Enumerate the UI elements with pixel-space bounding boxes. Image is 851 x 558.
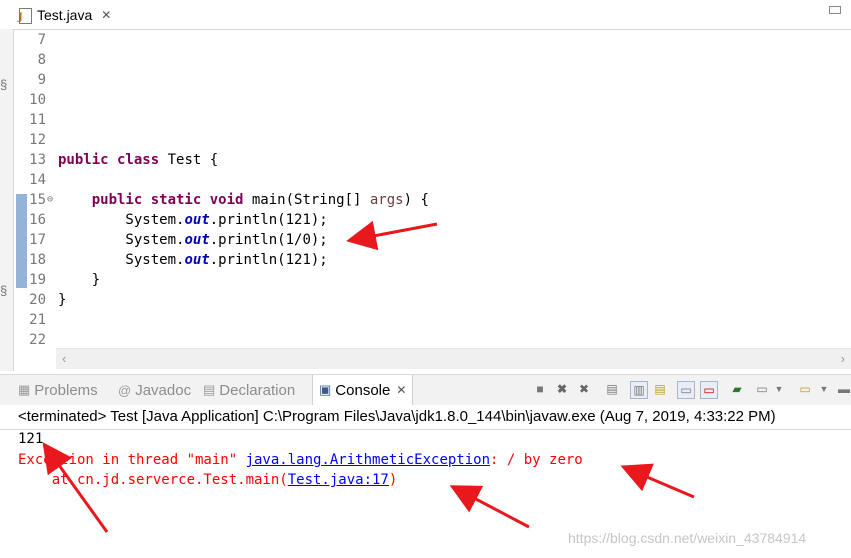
word-wrap-icon[interactable]: ▤ [652, 381, 668, 397]
close-icon[interactable]: ✕ [101, 8, 111, 22]
code-text: } [58, 292, 67, 308]
stack-trace-link[interactable]: Test.java:17 [288, 472, 389, 488]
line-number: 18 [29, 252, 46, 268]
line-number: 19 [29, 272, 46, 288]
minimize-icon[interactable] [829, 6, 841, 14]
tab-problems-label: Problems [34, 381, 98, 399]
code-text: System.out.println(121); [58, 212, 328, 228]
line-number: 8 [37, 52, 46, 68]
left-panel-strip: § § [0, 29, 14, 371]
watermark: https://blog.csdn.net/weixin_43784914 [568, 530, 807, 546]
remove-launch-icon[interactable]: ✖ [554, 381, 570, 397]
line-number: 13 [29, 152, 46, 168]
console-icon: ▣ [319, 382, 332, 397]
code-line[interactable]: 17 System.out.println(1/0); [14, 230, 844, 250]
javadoc-icon: @ [118, 382, 132, 398]
editor-horizontal-scrollbar[interactable]: ‹ › [56, 348, 851, 369]
editor-tab-test-java[interactable]: J Test.java ✕ [14, 0, 120, 29]
code-text: public class Test { [58, 152, 219, 168]
scroll-right-icon[interactable]: › [841, 351, 845, 366]
scroll-left-icon[interactable]: ‹ [62, 351, 66, 366]
line-number: 16 [29, 212, 46, 228]
minimize-icon[interactable]: ▬ [836, 381, 851, 397]
console-stack-line: at cn.jd.serverce.Test.main(Test.java:17… [18, 472, 398, 488]
clear-console-icon[interactable]: ▤ [604, 381, 620, 397]
code-line[interactable]: 14 [14, 170, 844, 190]
line-number: 14 [29, 172, 46, 188]
line-number: 10 [29, 92, 46, 108]
code-text: public static void main(String[] args) { [91, 192, 429, 208]
java-file-icon: J [18, 7, 32, 24]
code-line[interactable]: 15 ⊖ public static void main(String[] arg… [14, 190, 844, 210]
code-line[interactable]: 16 System.out.println(121); [14, 210, 844, 230]
line-number: 7 [37, 32, 46, 48]
tab-problems[interactable]: ▦ Problems [18, 375, 98, 405]
tab-console[interactable]: ▣ Console ✕ [312, 375, 414, 405]
line-number: 22 [29, 332, 46, 348]
console-exception-line: Exception in thread "main" java.lang.Ari… [18, 452, 583, 468]
strip-glyph: § [0, 283, 8, 298]
code-text: } [58, 272, 101, 288]
open-console-icon[interactable]: ▭ [797, 381, 813, 397]
show-console-on-error-icon[interactable]: ▭ [700, 381, 718, 399]
problems-icon: ▦ [18, 382, 31, 397]
code-line[interactable]: 7 [14, 30, 844, 50]
code-line[interactable]: 12 [14, 130, 844, 150]
console-output-line: 121 [18, 431, 44, 447]
code-line[interactable]: 20} [14, 290, 844, 310]
code-line[interactable]: 21 [14, 310, 844, 330]
line-number: 11 [29, 112, 46, 128]
console-process-label: <terminated> Test [Java Application] C:\… [18, 408, 776, 425]
code-line[interactable]: 8 [14, 50, 844, 70]
show-console-on-output-icon[interactable]: ▭ [677, 381, 695, 399]
tab-javadoc[interactable]: @ Javadoc [118, 375, 191, 405]
line-number: 9 [37, 72, 46, 88]
display-selected-console-icon[interactable]: ▭ [754, 381, 770, 397]
code-line[interactable]: 18 System.out.println(121); [14, 250, 844, 270]
code-line[interactable]: 19 } [14, 270, 844, 290]
tab-console-label: Console [335, 381, 391, 399]
editor-tab-label: Test.java [37, 6, 93, 23]
fold-icon[interactable]: ⊖ [47, 190, 53, 210]
code-text: System.out.println(1/0); [58, 232, 328, 248]
scroll-lock-icon[interactable]: ▥ [630, 381, 648, 399]
remove-all-terminated-icon[interactable]: ✖ [576, 381, 592, 397]
code-line[interactable]: 13 public class Test { [14, 150, 844, 170]
chevron-down-icon[interactable]: ▼ [771, 381, 787, 397]
code-line[interactable]: 9 [14, 70, 844, 90]
line-number: 15 [29, 192, 46, 208]
code-line[interactable]: 22 [14, 330, 844, 350]
code-text: System.out.println(121); [58, 252, 328, 268]
tab-javadoc-label: Javadoc [135, 381, 192, 399]
code-line[interactable]: 11 [14, 110, 844, 130]
editor-tab-bar: J Test.java ✕ [0, 0, 851, 30]
pin-console-icon[interactable]: ▰ [729, 381, 745, 397]
line-number: 20 [29, 292, 46, 308]
terminate-icon[interactable]: ■ [532, 381, 548, 397]
views-tab-bar: ▦ Problems @ Javadoc ▤ Declaration ▣ Con… [0, 374, 851, 406]
exception-class-link[interactable]: java.lang.ArithmeticException [246, 452, 490, 468]
tab-declaration-label: Declaration [219, 381, 296, 399]
tab-declaration[interactable]: ▤ Declaration [203, 375, 295, 405]
chevron-down-icon[interactable]: ▼ [816, 381, 832, 397]
strip-glyph: § [0, 77, 8, 92]
line-number: 12 [29, 132, 46, 148]
line-number: 21 [29, 312, 46, 328]
declaration-icon: ▤ [203, 382, 216, 397]
line-number: 17 [29, 232, 46, 248]
close-icon[interactable]: ✕ [396, 383, 406, 397]
code-line[interactable]: 10 [14, 90, 844, 110]
code-editor[interactable]: 7 8 9 10 11 12 13 public class Test { 14 15 ⊖ publ… [14, 30, 851, 348]
